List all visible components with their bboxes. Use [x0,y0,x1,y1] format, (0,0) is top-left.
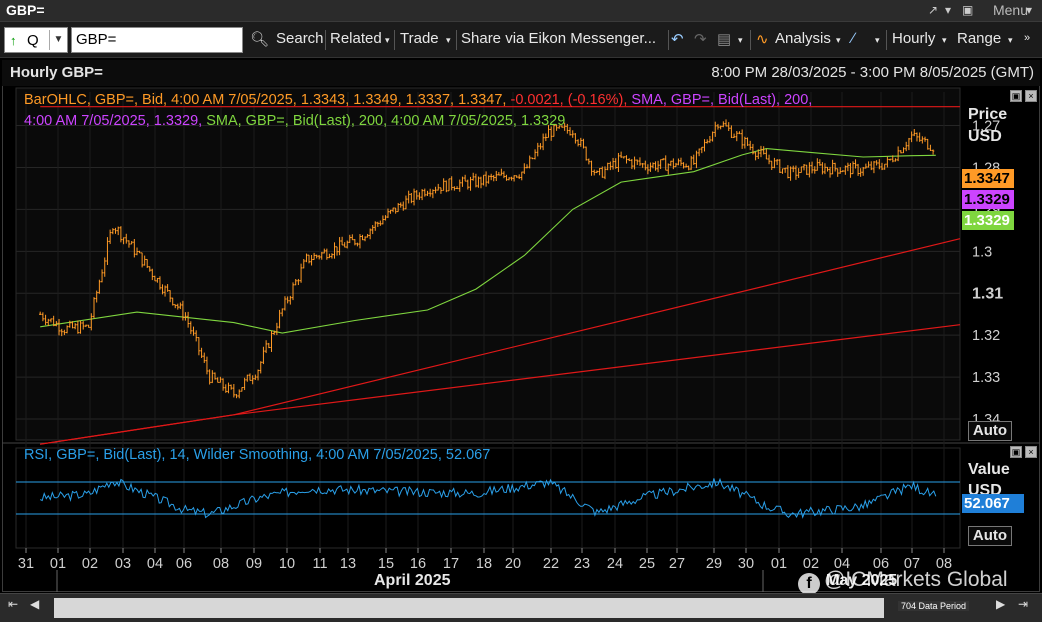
date-tick-label: 29 [706,556,722,572]
date-tick-label: 17 [443,556,459,572]
date-tick-label: 08 [213,556,229,572]
watermark-text: @ICMarkets Global [824,568,1008,591]
price-axis-unit: USD [968,128,1002,145]
legend-bar: BarOHLC, GBP=, Bid, 4:00 AM 7/05/2025, 1… [24,92,507,108]
date-tick-label: 27 [669,556,685,572]
legend-sma-1: SMA, GBP=, Bid(Last), 200, [631,92,813,108]
grid [2,87,1040,549]
price-tick-label: 1.31 [972,285,1003,302]
date-tick-label: 13 [340,556,356,572]
price-tick-label: 1.3 [972,244,992,260]
legend-rsi: RSI, GBP=, Bid(Last), 14, Wilder Smoothi… [24,447,491,463]
scroll-left-icon[interactable]: ⇤ [8,597,18,611]
restore-pane-icon[interactable]: ▣ [1010,90,1022,102]
scroll-right-arrow-icon[interactable]: ▶ [996,597,1005,611]
date-tick-label: 24 [607,556,623,572]
sma-tag-b: 1.3329 [962,211,1014,230]
date-tick-label: 02 [82,556,98,572]
price-axis-title: Price [968,106,1008,123]
date-tick-label: 03 [115,556,131,572]
scroll-left-arrow-icon[interactable]: ◀ [30,597,39,611]
legend-sma-1-cont: 4:00 AM 7/05/2025, 1.3329, [24,113,203,129]
date-tick-label: 04 [147,556,163,572]
date-tick-label: 16 [410,556,426,572]
month-label: April 2025 [374,572,451,589]
close-pane-icon[interactable]: × [1025,446,1037,458]
price-auto-button[interactable]: Auto [968,421,1012,441]
price-tick-label: 1.33 [972,370,1000,386]
date-tick-label: 15 [378,556,394,572]
rsi-value-tag: 52.067 [962,494,1024,513]
scroll-track[interactable] [54,598,884,618]
date-tick-label: 18 [476,556,492,572]
date-tick-label: 10 [279,556,295,572]
watermark: f @ICMarkets Global [798,568,1008,595]
restore-pane-icon[interactable]: ▣ [1010,446,1022,458]
legend-sma-2: SMA, GBP=, Bid(Last), 200, 4:00 AM 7/05/… [206,113,566,129]
date-tick-label: 06 [176,556,192,572]
legend-change: -0.0021, (-0.16%), [510,92,628,108]
rsi-axis-title: Value [968,461,1010,478]
status-bar: ⇤ ◀ 704 Data Period ▶ ⇥ [0,593,1042,622]
data-period: 704 Data Period [898,601,970,611]
rsi-auto-button[interactable]: Auto [968,526,1012,546]
date-tick-label: 11 [312,556,327,572]
date-tick-label: 01 [50,556,66,572]
date-tick-label: 31 [18,556,34,572]
scroll-right-icon[interactable]: ⇥ [1018,597,1028,611]
sma-tag-a: 1.3329 [962,190,1014,209]
date-tick-label: 23 [574,556,590,572]
last-price-tag: 1.3347 [962,169,1014,188]
date-tick-label: 22 [543,556,559,572]
date-tick-label: 20 [505,556,521,572]
price-tick-label: 1.32 [972,328,1000,344]
price-pane [15,87,961,441]
close-pane-icon[interactable]: × [1025,90,1037,102]
facebook-icon: f [798,573,820,595]
date-tick-label: 01 [771,556,787,572]
date-tick-label: 09 [246,556,262,572]
date-tick-label: 25 [639,556,655,572]
date-tick-label: 30 [738,556,754,572]
legend-line-1: BarOHLC, GBP=, Bid, 4:00 AM 7/05/2025, 1… [24,90,812,111]
legend-line-2: 4:00 AM 7/05/2025, 1.3329, SMA, GBP=, Bi… [24,111,565,132]
